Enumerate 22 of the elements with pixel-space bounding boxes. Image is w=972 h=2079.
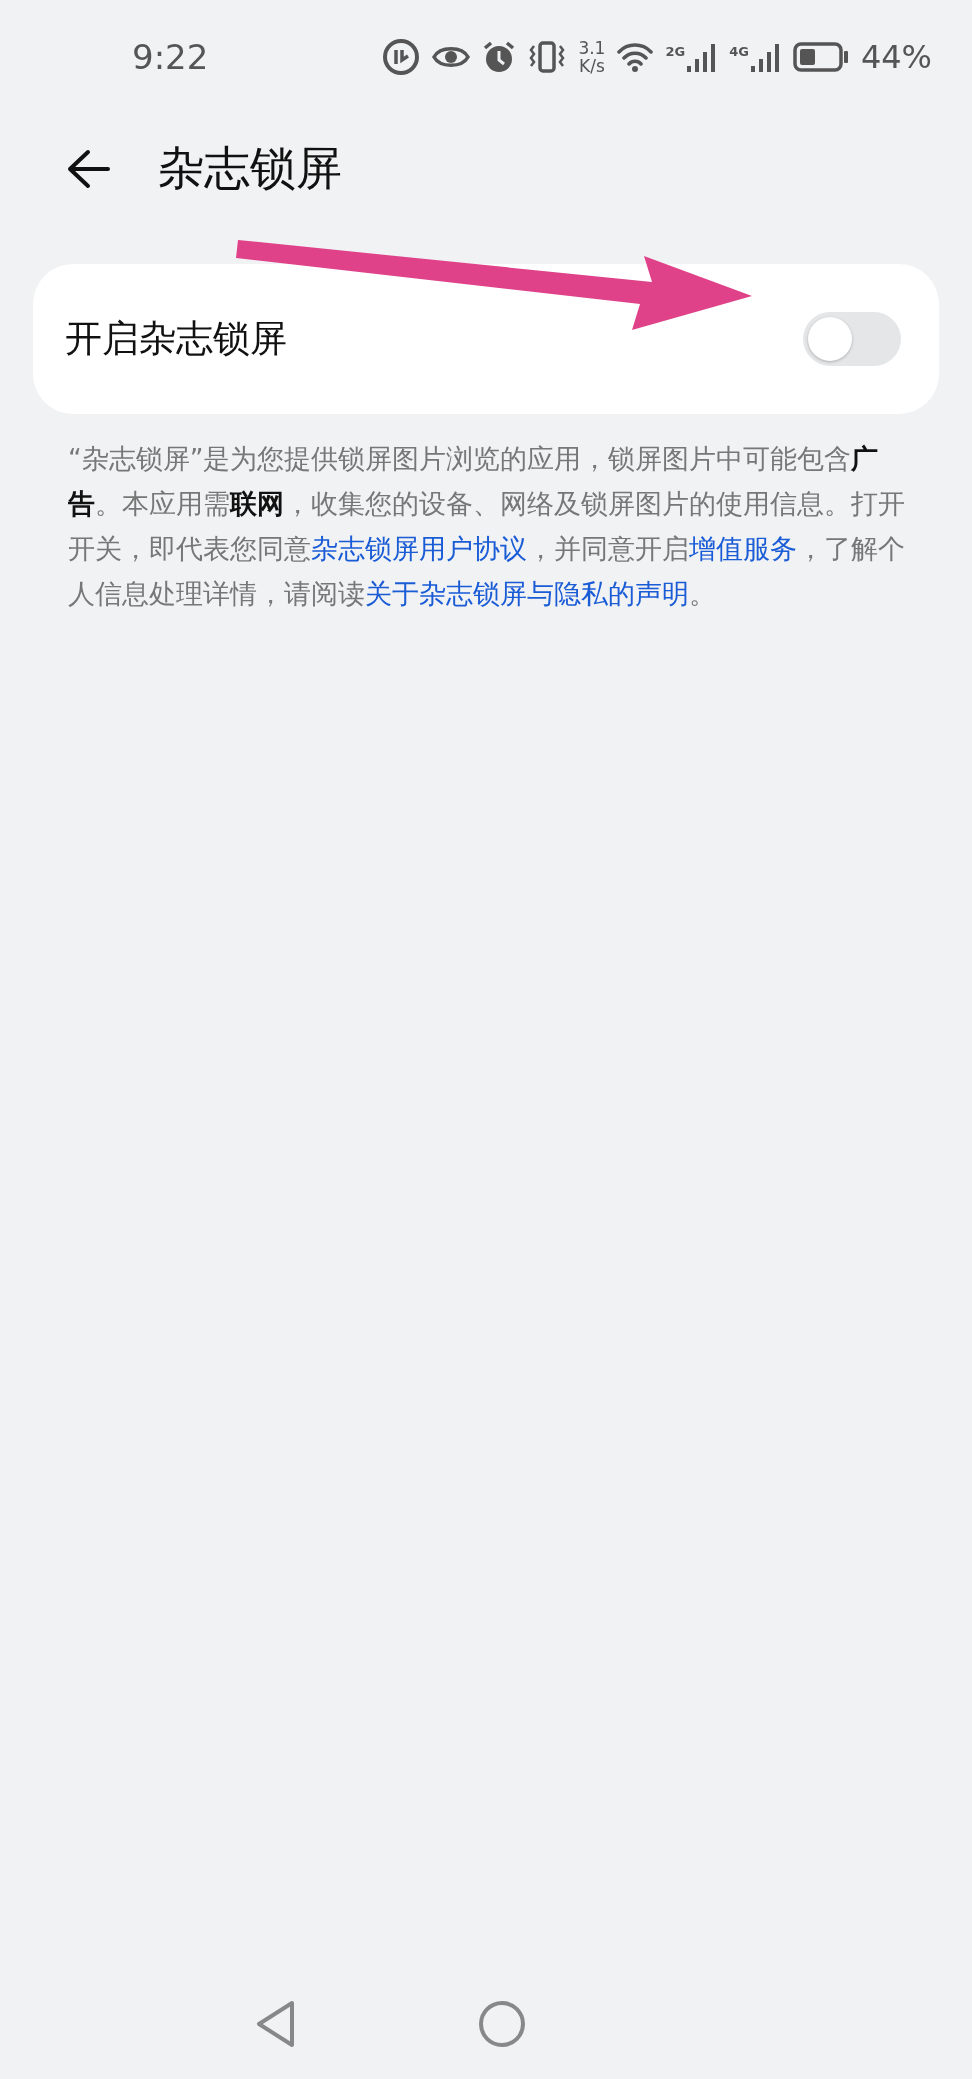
battery-icon (792, 42, 849, 72)
wifi-icon (617, 42, 654, 72)
signal-icon (687, 42, 718, 72)
battery-percent: 44% (860, 38, 932, 76)
back-icon[interactable] (66, 149, 110, 189)
link[interactable]: 关于杂志锁屏与隐私的声明 (365, 578, 689, 609)
link[interactable]: 增值服务 (689, 533, 797, 564)
setting-label: 开启杂志锁屏 (65, 316, 287, 362)
signal-icon (750, 42, 781, 72)
vibrate-icon (528, 40, 567, 74)
data-saver-icon (382, 38, 421, 76)
alarm-icon (482, 40, 517, 74)
page-title: 杂志锁屏 (158, 140, 342, 197)
status-time: 9:22 (132, 37, 209, 77)
toggle-switch[interactable] (803, 312, 901, 366)
network-speed: 3.1 K/s (578, 39, 606, 75)
network-type: 4G (729, 44, 749, 59)
eye-icon (432, 44, 471, 70)
home-nav-icon[interactable] (478, 2000, 526, 2048)
description-text: “杂志锁屏”是为您提供锁屏图片浏览的应用，锁屏图片中可能包含广告。本应用需联网，收集您的设备、网络及锁屏图片的使用信息。打开开关，即代表您同意杂志锁屏用户协议，并同意开启增值服务，了解个人信息处理详情，请阅读关于杂志锁屏与隐私的声明。 (68, 442, 906, 611)
link[interactable]: 杂志锁屏用户协议 (311, 533, 527, 564)
network-type: 2G (665, 44, 686, 59)
